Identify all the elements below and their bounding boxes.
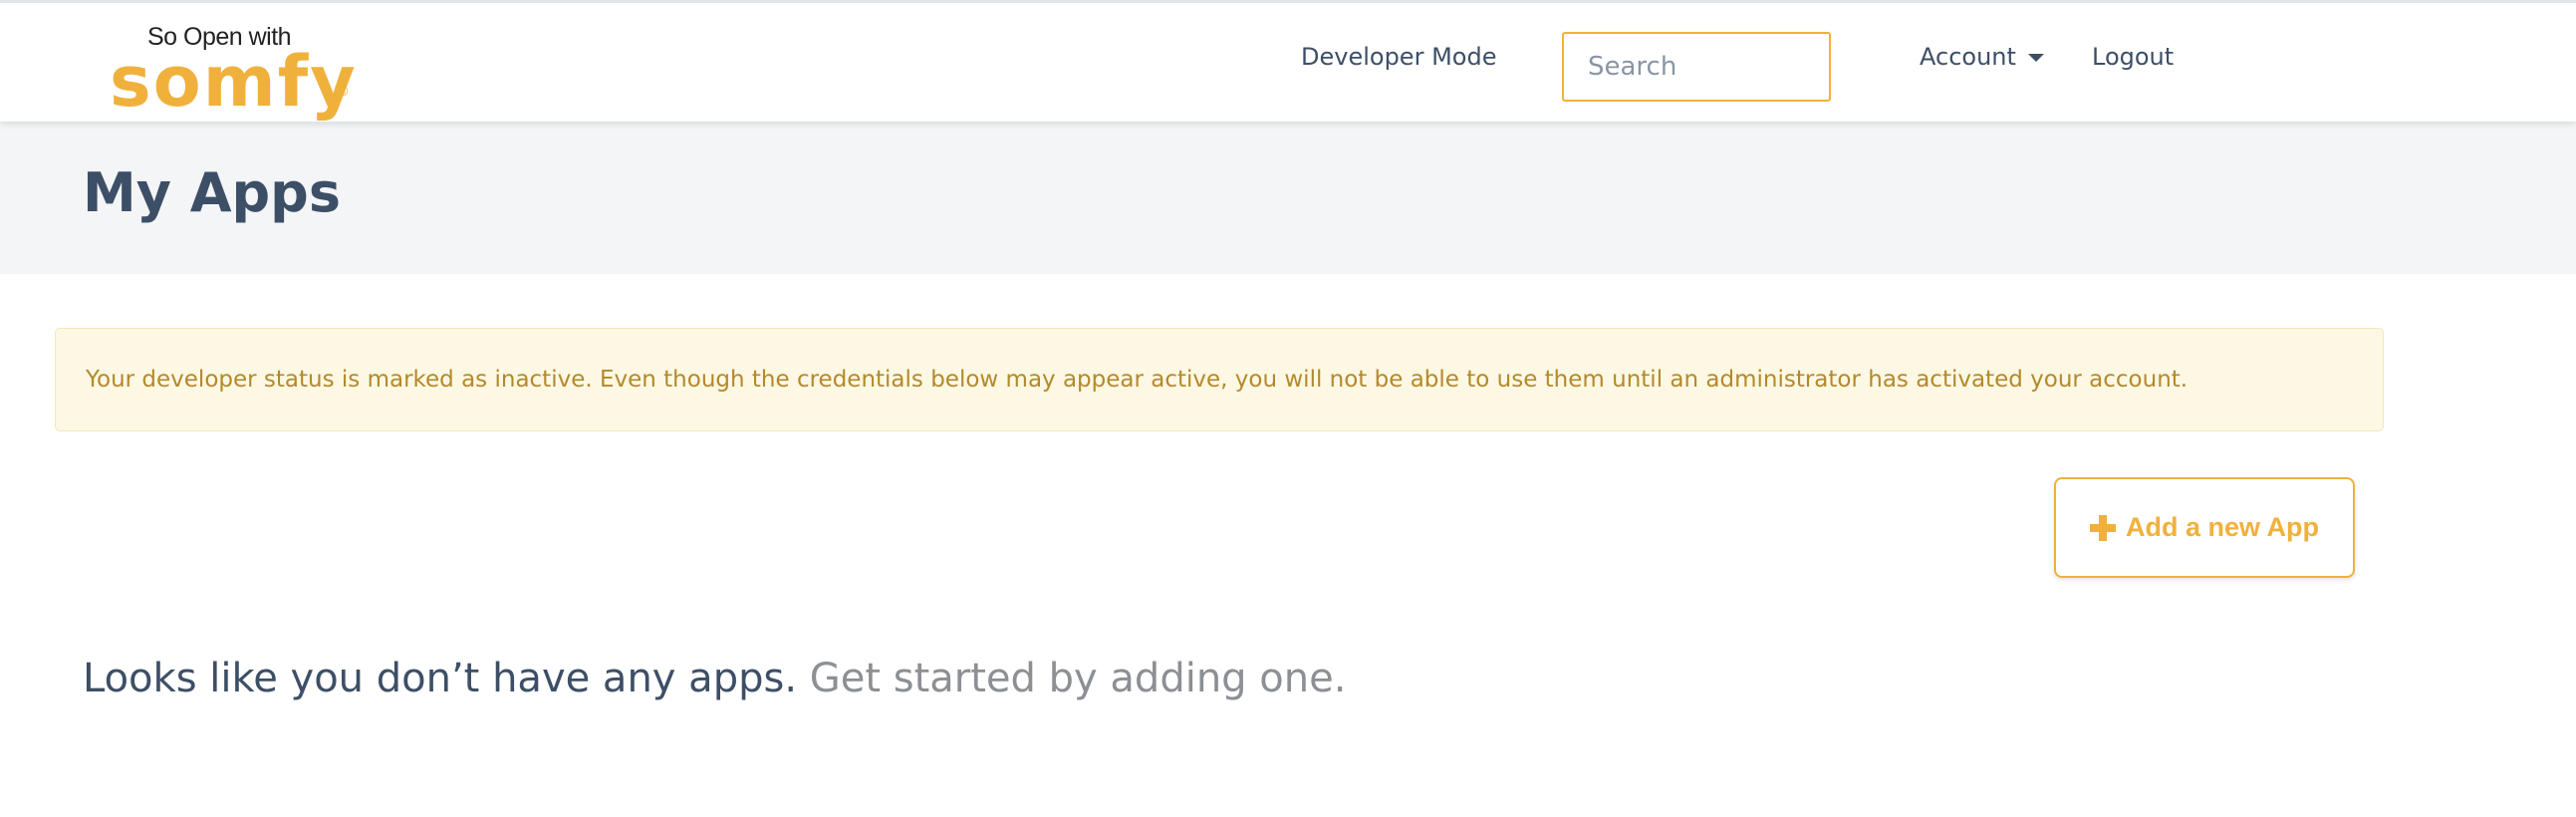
plus-icon	[2090, 514, 2116, 541]
developer-status-alert: Your developer status is marked as inact…	[55, 328, 2384, 431]
search-input[interactable]	[1562, 32, 1831, 102]
empty-state-secondary: Get started by adding one.	[809, 656, 1347, 701]
logo-wordmark: somfy	[110, 41, 358, 123]
empty-state-primary: Looks like you don’t have any apps.	[83, 656, 798, 701]
page-header: My Apps	[0, 122, 2576, 274]
alert-message: Your developer status is marked as inact…	[86, 367, 2189, 393]
account-label: Account	[1920, 43, 2016, 71]
logout-link[interactable]: Logout	[2092, 43, 2174, 71]
empty-state-message: Looks like you don’t have any apps. Get …	[83, 656, 1346, 701]
add-new-app-button[interactable]: Add a new App	[2054, 477, 2355, 578]
account-dropdown[interactable]: Account	[1920, 43, 2044, 71]
registered-mark: ®	[337, 85, 350, 100]
caret-down-icon	[2027, 54, 2044, 62]
developer-mode-link[interactable]: Developer Mode	[1301, 43, 1496, 71]
top-navbar: So Open with somfy ® Developer Mode Acco…	[0, 3, 2576, 123]
page-title: My Apps	[83, 161, 341, 224]
add-new-app-label: Add a new App	[2126, 512, 2319, 542]
somfy-logo[interactable]: So Open with somfy ®	[110, 21, 359, 123]
